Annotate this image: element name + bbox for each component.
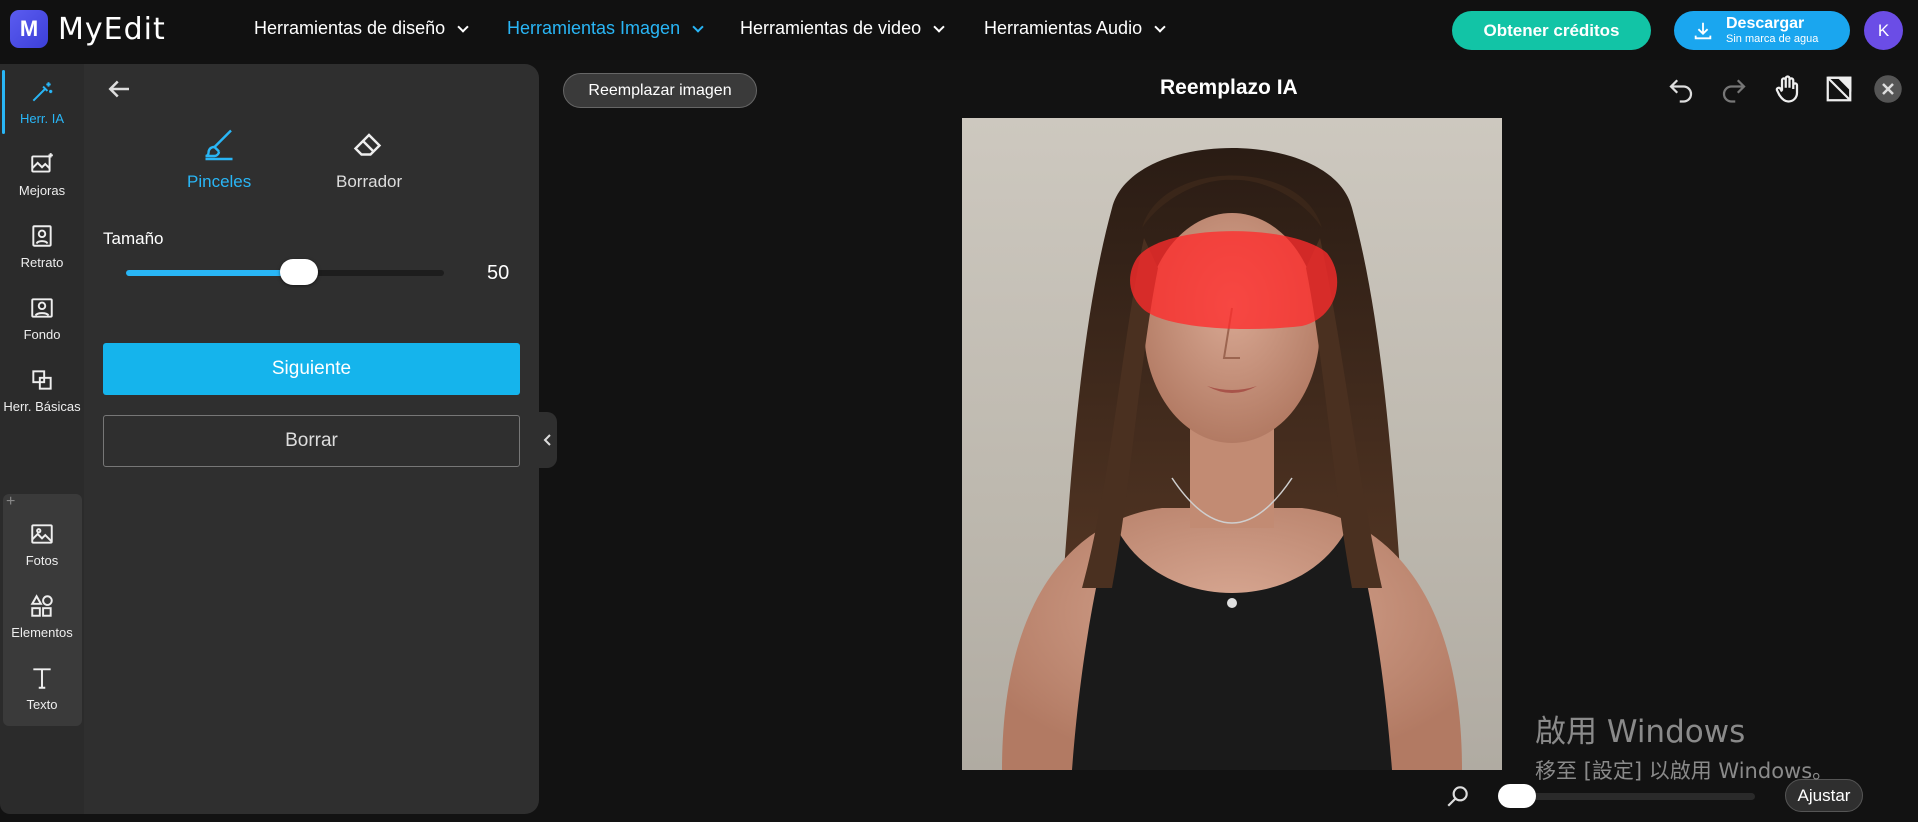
rail-label: Herr. IA [19,110,65,126]
windows-activation-watermark: 啟用 Windows 移至 [設定] 以啟用 Windows。 [1535,706,1833,785]
canvas-title: Reemplazo IA [1160,76,1298,99]
download-icon [1694,22,1712,39]
download-sublabel: Sin marca de agua [1726,33,1819,45]
brush-tool[interactable]: Pinceles [187,126,251,192]
size-slider[interactable] [126,259,444,285]
nav-design-tools[interactable]: Herramientas de diseño [254,18,469,39]
download-label: Descargar [1726,15,1805,32]
background-icon [31,297,53,318]
shapes-icon [30,593,53,617]
rail-item-text[interactable]: Texto [0,652,84,724]
eraser-label: Borrador [336,172,403,191]
get-credits-button[interactable]: Obtener créditos [1452,11,1651,50]
zoom-search-icon[interactable] [1445,783,1471,809]
redo-icon[interactable] [1719,74,1749,104]
magic-wand-icon [32,81,53,101]
app-name: MyEdit [58,11,166,47]
top-bar: M MyEdit Herramientas de diseño Herramie… [0,0,1918,60]
next-button[interactable]: Siguiente [103,343,520,395]
brush-label: Pinceles [187,172,252,191]
edited-photo[interactable] [962,118,1502,770]
rail-item-elements[interactable]: Elementos [0,580,84,652]
nav-label: Herramientas de diseño [254,18,446,38]
chevron-left-icon [543,434,551,446]
user-avatar[interactable]: K [1864,11,1903,50]
rail-item-ai-tools[interactable]: Herr. IA [0,66,84,138]
watermark-line-1: 啟用 Windows [1535,714,1746,750]
nav-label: Herramientas Audio [984,18,1143,38]
nav-audio-tools[interactable]: Herramientas Audio [984,18,1166,39]
rail-label: Fondo [23,326,61,342]
download-button[interactable]: Descargar Sin marca de agua [1674,11,1850,50]
rail-label: Retrato [20,254,64,270]
size-slider-thumb[interactable] [280,259,318,285]
watermark-line-2: 移至 [設定] 以啟用 Windows。 [1535,759,1834,783]
replace-image-button[interactable]: Reemplazar imagen [563,73,757,108]
nav-label: Herramientas de video [740,18,922,38]
tool-panel: Pinceles Borrador Tamaño 50 Siguiente Bo… [84,64,539,814]
nav-image-tools[interactable]: Herramientas Imagen [507,18,704,39]
rail-label: Texto [26,696,58,712]
zoom-slider[interactable] [1503,793,1755,800]
brush-icon [205,129,233,161]
portrait-image [1002,148,1462,770]
back-arrow-icon[interactable] [104,74,134,104]
clear-button[interactable]: Borrar [103,415,520,467]
brush-mask [1130,231,1338,329]
rail-item-basic-tools[interactable]: Herr. Básicas [0,354,84,426]
rail-label: Elementos [11,624,73,640]
compare-icon[interactable] [1824,74,1854,104]
rail-item-portrait[interactable]: Retrato [0,210,84,282]
photo-icon [31,523,53,544]
rail-item-background[interactable]: Fondo [0,282,84,354]
collapse-panel-button[interactable] [539,412,557,468]
rail-item-photos[interactable]: Fotos [0,508,84,580]
undo-icon[interactable] [1666,74,1696,104]
eraser-icon [353,133,382,156]
size-value: 50 [487,262,510,284]
rail-label: Fotos [25,552,59,568]
image-sparkle-icon [31,152,53,173]
chevron-down-icon [457,20,469,33]
nav-video-tools[interactable]: Herramientas de video [740,18,945,39]
chevron-down-icon [933,20,945,33]
portrait-icon [32,224,52,247]
rail-label: Herr. Básicas [3,398,81,414]
nav-label: Herramientas Imagen [507,18,681,38]
chevron-down-icon [1154,20,1166,33]
layers-icon [32,369,52,390]
app-logo[interactable]: M MyEdit [10,10,166,48]
rail-label: Mejoras [18,182,66,198]
text-icon [33,667,51,689]
chevron-down-icon [692,20,704,33]
tool-rail: + Herr. IA Mejoras Retrato Fondo Herr. B… [0,64,84,814]
rail-item-enhance[interactable]: Mejoras [0,138,84,210]
size-label: Tamaño [103,229,164,248]
zoom-slider-thumb[interactable] [1498,784,1536,808]
close-icon[interactable] [1873,74,1903,104]
logo-mark-icon: M [10,10,48,48]
size-slider-fill [126,270,285,276]
eraser-tool[interactable]: Borrador [336,126,402,192]
hand-pan-icon[interactable] [1772,74,1802,104]
